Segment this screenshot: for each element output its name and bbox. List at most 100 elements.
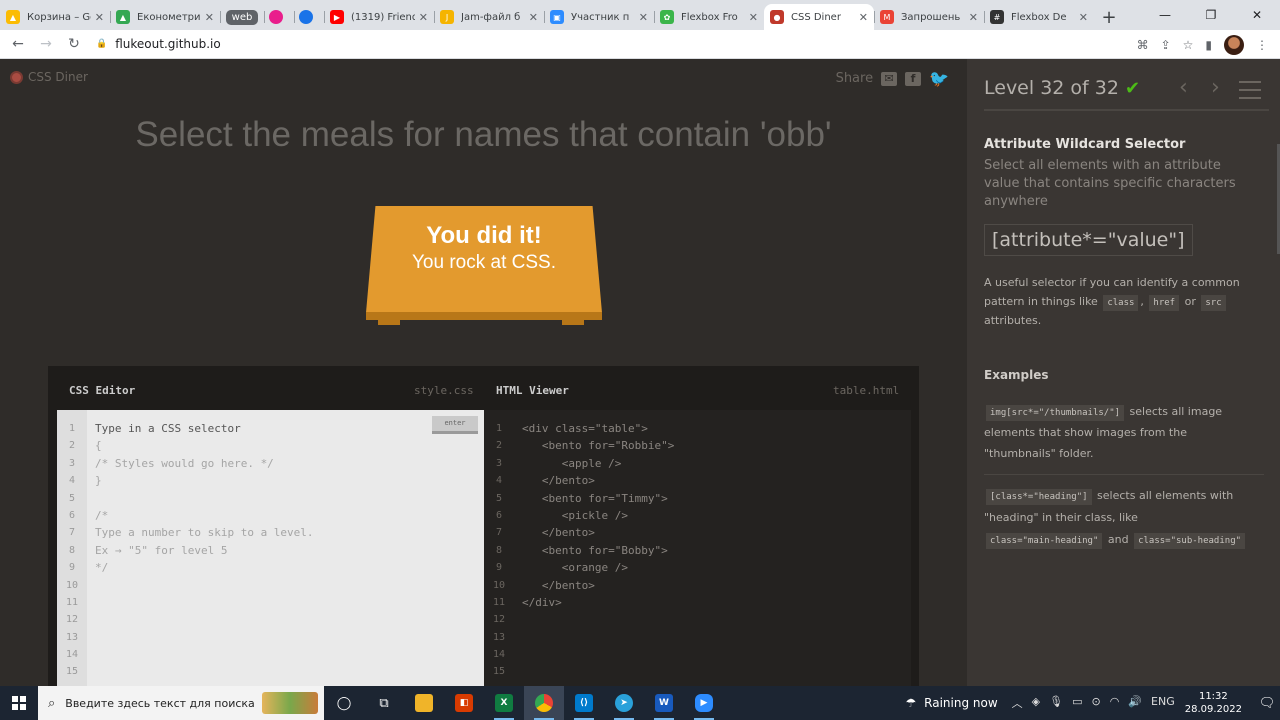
email-icon[interactable]: ✉ <box>881 71 898 86</box>
tab-group-badge[interactable]: web <box>225 9 259 25</box>
close-icon[interactable]: ✕ <box>1234 0 1280 30</box>
line-number: 14 <box>492 649 506 661</box>
browser-tab[interactable]: # Flexbox De ✕ <box>984 4 1094 30</box>
browser-tab[interactable]: ● CSS Diner ✕ <box>764 4 874 30</box>
facebook-icon[interactable]: f <box>905 71 922 86</box>
file-explorer-icon[interactable] <box>404 686 444 720</box>
search-placeholder: Введите здесь текст для поиска <box>65 696 255 710</box>
selector-title: Attribute Wildcard Selector <box>984 137 1186 152</box>
bookmark-star-icon[interactable]: ☆ <box>1183 38 1194 52</box>
translate-icon[interactable]: ⌘ <box>1137 38 1149 52</box>
menu-dots-icon[interactable]: ⋮ <box>1256 38 1268 52</box>
browser-tab[interactable] <box>294 4 324 30</box>
battery-icon[interactable]: ▭ <box>1072 695 1082 711</box>
vscode-icon[interactable]: ⟨⟩ <box>564 686 604 720</box>
chevron-up-icon[interactable]: ︿ <box>1012 695 1023 711</box>
chrome-icon[interactable] <box>524 686 564 720</box>
level-menu-icon[interactable] <box>1239 81 1261 105</box>
tab-close-icon[interactable]: ✕ <box>95 11 104 24</box>
word-icon[interactable]: W <box>644 686 684 720</box>
desc-comma: , <box>1140 295 1144 308</box>
zoom-icon[interactable]: ▶ <box>684 686 724 720</box>
excel-icon[interactable]: X <box>484 686 524 720</box>
address-bar[interactable]: 🔒 flukeout.github.io <box>96 37 221 51</box>
tab-favicon-icon: J <box>440 10 454 24</box>
tab-close-icon[interactable]: ✕ <box>859 11 868 24</box>
start-button[interactable] <box>0 686 38 720</box>
enter-button[interactable]: enter <box>432 416 478 434</box>
tab-close-icon[interactable]: ✕ <box>969 11 978 24</box>
tab-close-icon[interactable]: ✕ <box>749 11 758 24</box>
clock[interactable]: 11:32 28.09.2022 <box>1185 690 1242 716</box>
telegram-icon[interactable]: ➤ <box>604 686 644 720</box>
volume-icon[interactable]: 🔊 <box>1128 695 1142 711</box>
line-number: 15 <box>65 666 79 678</box>
language-indicator[interactable]: ENG <box>1151 695 1175 711</box>
browser-tab[interactable]: ▲ Корзина – Google ✕ <box>0 4 110 30</box>
minimize-icon[interactable]: — <box>1142 0 1188 30</box>
line-number: 5 <box>495 492 503 504</box>
wifi-icon[interactable]: ◠ <box>1110 695 1120 711</box>
reload-icon[interactable]: ↻ <box>60 36 88 52</box>
share-page-icon[interactable]: ⇪ <box>1161 38 1171 52</box>
profile-avatar[interactable] <box>1224 34 1244 55</box>
css-selector-input[interactable]: Type in a CSS selector <box>95 420 314 437</box>
share-label: Share <box>835 71 874 86</box>
code-line: <div class="table"> <box>522 422 648 435</box>
microphone-icon[interactable]: 🎙 <box>1049 695 1063 711</box>
level-progress-bar <box>984 109 1269 111</box>
notifications-icon[interactable]: 🗨 <box>1254 696 1280 711</box>
browser-tab[interactable]: ▣ Участник п ✕ <box>544 4 654 30</box>
office-icon[interactable]: ◧ <box>444 686 484 720</box>
browser-tab[interactable]: web <box>220 4 264 30</box>
forward-icon[interactable]: → <box>32 36 60 52</box>
browser-tab[interactable]: ▶ (1319) Friends ✕ <box>324 4 434 30</box>
task-view-icon[interactable]: ⧉ <box>364 686 404 720</box>
tab-favicon-icon <box>268 10 283 24</box>
back-icon[interactable]: ← <box>4 36 32 52</box>
network-icon[interactable]: ⊙ <box>1092 695 1101 711</box>
tray-app-icon[interactable]: ◈ <box>1032 695 1040 711</box>
tab-close-icon[interactable]: ✕ <box>419 11 428 24</box>
line-number: 2 <box>68 440 76 452</box>
maximize-icon[interactable]: ❐ <box>1188 0 1234 30</box>
code-line: </bento> <box>522 474 595 488</box>
tab-title: Jam-файл б <box>461 11 521 23</box>
next-level-icon[interactable]: › <box>1211 75 1220 100</box>
side-panel-icon[interactable]: ▮ <box>1205 38 1212 52</box>
browser-tab[interactable] <box>264 4 294 30</box>
logo[interactable]: CSS Diner <box>10 70 88 84</box>
tab-close-icon[interactable]: ✕ <box>1079 11 1088 24</box>
line-number: 12 <box>492 614 506 626</box>
taskbar-search[interactable]: ⌕ Введите здесь текст для поиска <box>38 686 324 720</box>
tab-close-icon[interactable]: ✕ <box>529 11 538 24</box>
windows-logo-icon <box>12 696 26 710</box>
browser-tab[interactable]: ✿ Flexbox Fro ✕ <box>654 4 764 30</box>
line-number: 2 <box>495 440 503 452</box>
line-number: 14 <box>65 649 79 661</box>
tab-close-icon[interactable]: ✕ <box>639 11 648 24</box>
css-editor[interactable]: 1 2 3 4 5 6 7 8 9 10 11 12 13 14 15 Type in a CSS sele… <box>57 410 484 686</box>
browser-tab[interactable]: ▲ Економетрика ✕ <box>110 4 220 30</box>
code-line: <bento for="Timmy"> <box>522 491 668 505</box>
browser-tab[interactable]: J Jam-файл б ✕ <box>434 4 544 30</box>
example-2-code: [class*="heading"] <box>986 489 1092 505</box>
previous-level-icon[interactable]: ‹ <box>1179 75 1188 100</box>
line-number: 11 <box>492 596 506 608</box>
tab-title: Економетрика <box>137 11 201 23</box>
weather-widget[interactable]: ☂ Raining now <box>905 696 997 710</box>
example-2-code-sub: class="sub-heading" <box>1134 533 1246 549</box>
tab-favicon-icon: ▲ <box>6 10 20 24</box>
win-subtitle: You rock at CSS. <box>412 252 556 273</box>
tab-title: Запрошень <box>901 11 961 23</box>
code-line: <bento for="Bobby"> <box>522 543 668 557</box>
code-line: /* Styles would go here. */ <box>95 456 274 470</box>
tab-close-icon[interactable]: ✕ <box>205 11 214 24</box>
twitter-icon[interactable]: 🐦 <box>929 69 949 88</box>
browser-tab[interactable]: M Запрошень ✕ <box>874 4 984 30</box>
example-2-code-main: class="main-heading" <box>986 533 1103 549</box>
cortana-icon[interactable]: ◯ <box>324 686 364 720</box>
new-tab-icon[interactable]: + <box>1094 4 1124 30</box>
